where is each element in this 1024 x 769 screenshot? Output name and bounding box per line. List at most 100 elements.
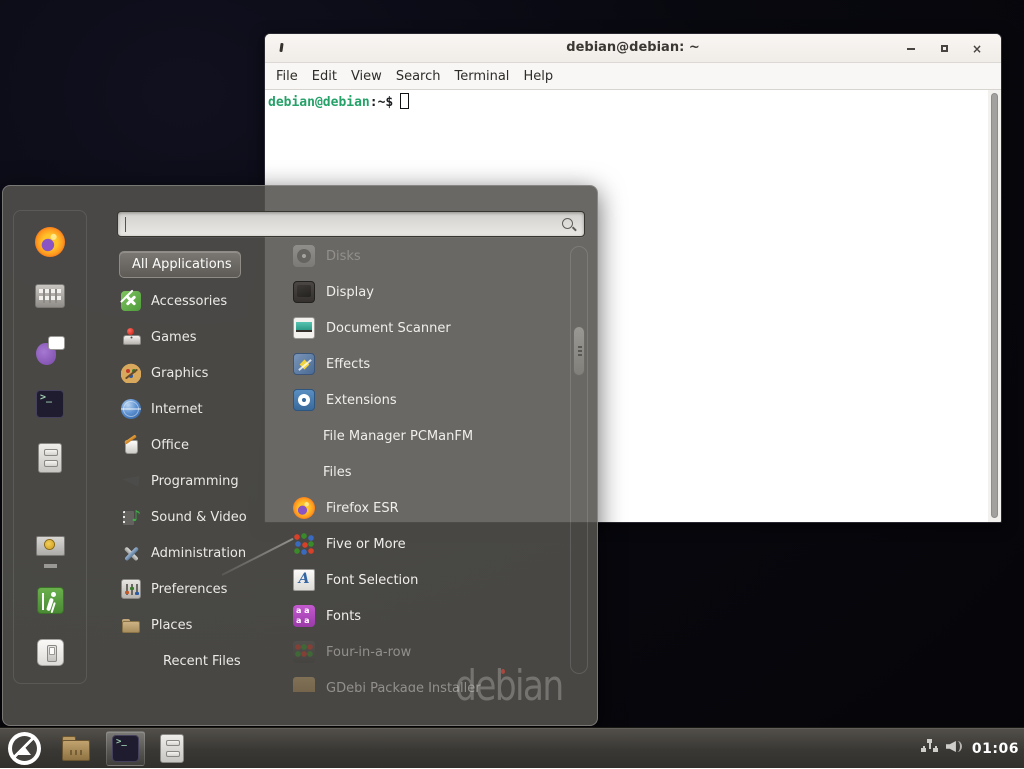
cat-places-icon <box>121 615 141 635</box>
session-shut-down[interactable] <box>33 637 67 667</box>
application-menu: All Applications Accessories Games Graphics… <box>2 185 598 726</box>
favorite-file-manager[interactable] <box>33 443 67 473</box>
maximize-button[interactable] <box>938 43 950 55</box>
category-games[interactable]: Games <box>117 319 267 355</box>
minimize-button[interactable] <box>905 43 917 55</box>
app-five-or-more[interactable]: Five or More <box>264 526 564 562</box>
session-lock-screen[interactable] <box>33 533 67 563</box>
clock[interactable]: 01:06 <box>972 741 1019 757</box>
app-firefox-icon <box>293 497 315 519</box>
category-places[interactable]: Places <box>117 607 267 643</box>
app-label: Font Selection <box>326 573 418 588</box>
app-extensions[interactable]: Extensions <box>264 382 564 418</box>
favorites-panel <box>13 210 87 684</box>
category-recent-files[interactable]: Recent Files <box>117 643 267 679</box>
app-extensions-icon <box>293 389 315 411</box>
terminal-titlebar[interactable]: debian@debian: ~ × <box>265 34 1001 63</box>
favorite-pidgin[interactable] <box>33 335 67 365</box>
launcher-file-cabinet[interactable] <box>155 731 189 766</box>
debian-logo-red-dot <box>501 669 505 674</box>
app-font-selection[interactable]: Font Selection <box>264 562 564 598</box>
app-effects-icon <box>293 353 315 375</box>
favorite-package-manager[interactable] <box>33 281 67 311</box>
cat-soundvideo-icon <box>121 507 141 527</box>
app-fonts[interactable]: Fonts <box>264 598 564 634</box>
category-label: Graphics <box>151 366 208 381</box>
taskbar: 01:06 <box>0 727 1024 768</box>
category-label: Accessories <box>151 294 227 309</box>
files-folder-icon <box>61 736 91 761</box>
category-label: Recent Files <box>163 654 241 669</box>
category-office[interactable]: Office <box>117 427 267 463</box>
app-disks-icon <box>293 245 315 267</box>
launcher-terminal[interactable] <box>106 731 145 766</box>
session-buttons-group <box>33 533 67 667</box>
app-gdebi-icon <box>293 677 315 692</box>
session-log-out[interactable] <box>33 585 67 615</box>
app-files[interactable]: Files <box>264 454 564 490</box>
category-preferences[interactable]: Preferences <box>117 571 267 607</box>
application-list[interactable]: DisksDisplay Document Scanner EffectsExten… <box>264 245 564 692</box>
app-label: Document Scanner <box>326 321 451 336</box>
file-manager-icon <box>38 443 62 473</box>
log-out-icon <box>37 587 64 614</box>
app-label: File Manager PCManFM <box>323 429 473 444</box>
debian-watermark: debian <box>455 665 563 707</box>
package-manager-icon <box>35 284 65 308</box>
prompt-user-host: debian@debian <box>268 95 370 110</box>
menubar-search[interactable]: Search <box>389 69 448 84</box>
app-cabinet-icon <box>293 425 312 447</box>
category-all-applications[interactable]: All Applications <box>119 251 241 278</box>
category-label: Places <box>151 618 192 633</box>
app-effects[interactable]: Effects <box>264 346 564 382</box>
menubar-help[interactable]: Help <box>516 69 560 84</box>
menubar-terminal[interactable]: Terminal <box>447 69 516 84</box>
network-icon <box>921 739 938 754</box>
tray-volume[interactable] <box>946 739 964 758</box>
menubar-edit[interactable]: Edit <box>305 69 344 84</box>
menu-scrollbar-thumb[interactable] <box>573 326 585 376</box>
minimize-icon <box>907 48 915 50</box>
terminal-scrollbar[interactable] <box>988 90 1001 522</box>
menubar-view[interactable]: View <box>344 69 389 84</box>
window-title: debian@debian: ~ <box>265 40 1001 55</box>
category-internet[interactable]: Internet <box>117 391 267 427</box>
favorite-firefox[interactable] <box>33 227 67 257</box>
cat-internet-icon <box>121 399 141 419</box>
category-list: All Applications Accessories Games Graphics… <box>117 249 267 679</box>
app-file-manager-pcmanfm[interactable]: File Manager PCManFM <box>264 418 564 454</box>
cat-programming-icon <box>121 471 141 491</box>
menu-scrollbar[interactable] <box>570 246 588 674</box>
category-label: All Applications <box>132 257 232 272</box>
tray-network[interactable] <box>921 739 938 758</box>
cat-accessories-icon <box>121 291 141 311</box>
app-label: Files <box>323 465 352 480</box>
launcher-menu[interactable] <box>3 729 46 768</box>
category-accessories[interactable]: Accessories <box>117 283 267 319</box>
taskbar-launchers <box>3 728 189 769</box>
system-tray: 01:06 <box>921 728 1019 769</box>
terminal-scrollbar-thumb[interactable] <box>991 93 998 518</box>
app-firefox-esr[interactable]: Firefox ESR <box>264 490 564 526</box>
category-administration[interactable]: Administration <box>117 535 267 571</box>
category-programming[interactable]: Programming <box>117 463 267 499</box>
app-disks[interactable]: Disks <box>264 245 564 274</box>
desktop[interactable]: debian@debian: ~ × FileEditViewSearchTer… <box>0 0 1024 768</box>
category-graphics[interactable]: Graphics <box>117 355 267 391</box>
favorites-group <box>33 227 67 473</box>
search-input[interactable] <box>117 211 585 237</box>
app-display-icon <box>293 281 315 303</box>
launcher-files-folder[interactable] <box>56 733 96 764</box>
app-document-scanner[interactable]: Document Scanner <box>264 310 564 346</box>
cat-graphics-icon <box>121 363 141 383</box>
cat-office-icon <box>121 435 141 455</box>
terminal-prompt: debian@debian:~$ <box>268 93 409 110</box>
menubar-file[interactable]: File <box>269 69 305 84</box>
cat-preferences-icon <box>121 579 141 599</box>
category-sound-video[interactable]: Sound & Video <box>117 499 267 535</box>
prompt-path: :~$ <box>370 95 393 110</box>
app-display[interactable]: Display <box>264 274 564 310</box>
close-button[interactable]: × <box>971 43 983 55</box>
app-five-icon <box>293 533 315 555</box>
favorite-terminal[interactable] <box>33 389 67 419</box>
